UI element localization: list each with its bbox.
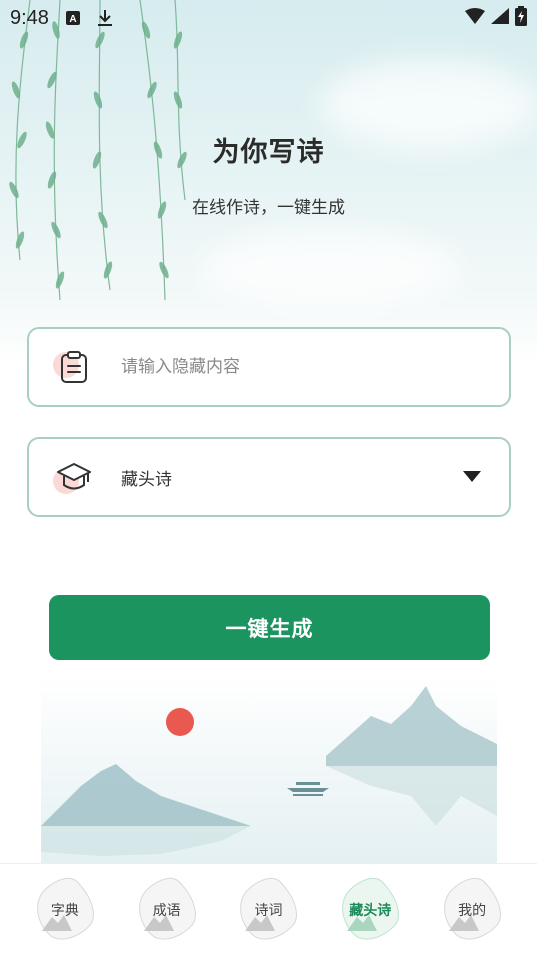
- tab-poetry-label: 诗词: [254, 903, 283, 919]
- tab-mine-label: 我的: [458, 903, 487, 919]
- notification-a-icon: A: [65, 10, 81, 26]
- poem-type-value: 藏头诗: [121, 469, 172, 490]
- chevron-down-icon[interactable]: [463, 468, 481, 487]
- battery-charging-icon: [515, 5, 527, 31]
- page-title: 为你写诗: [212, 137, 325, 168]
- landscape-illustration: [41, 676, 497, 864]
- tab-acrostic[interactable]: 藏头诗: [329, 868, 412, 952]
- tab-idioms[interactable]: 成语: [125, 868, 208, 952]
- sun-icon: [166, 708, 194, 736]
- wifi-icon: [465, 7, 485, 29]
- download-icon: [97, 9, 113, 27]
- tab-dictionary-label: 字典: [50, 903, 79, 919]
- tab-dictionary[interactable]: 字典: [23, 868, 106, 952]
- status-time: 9:48: [10, 6, 49, 29]
- svg-text:A: A: [69, 14, 76, 25]
- tab-mine[interactable]: 我的: [431, 868, 514, 952]
- tab-poetry[interactable]: 诗词: [227, 868, 310, 952]
- hidden-content-field[interactable]: [27, 327, 511, 407]
- graduation-cap-icon: [51, 454, 97, 500]
- tab-idioms-label: 成语: [152, 903, 181, 919]
- page-subtitle: 在线作诗，一键生成: [192, 198, 345, 218]
- signal-icon: [491, 7, 509, 29]
- tab-acrostic-label: 藏头诗: [349, 903, 392, 919]
- clipboard-icon: [51, 344, 97, 390]
- generate-button[interactable]: 一键生成: [49, 595, 490, 660]
- hidden-content-input[interactable]: [121, 357, 461, 377]
- status-bar: 9:48 A: [0, 0, 537, 36]
- bottom-tab-bar: 字典 成语 诗词 藏头诗 我的: [0, 863, 537, 956]
- poem-type-select[interactable]: 藏头诗: [27, 437, 511, 517]
